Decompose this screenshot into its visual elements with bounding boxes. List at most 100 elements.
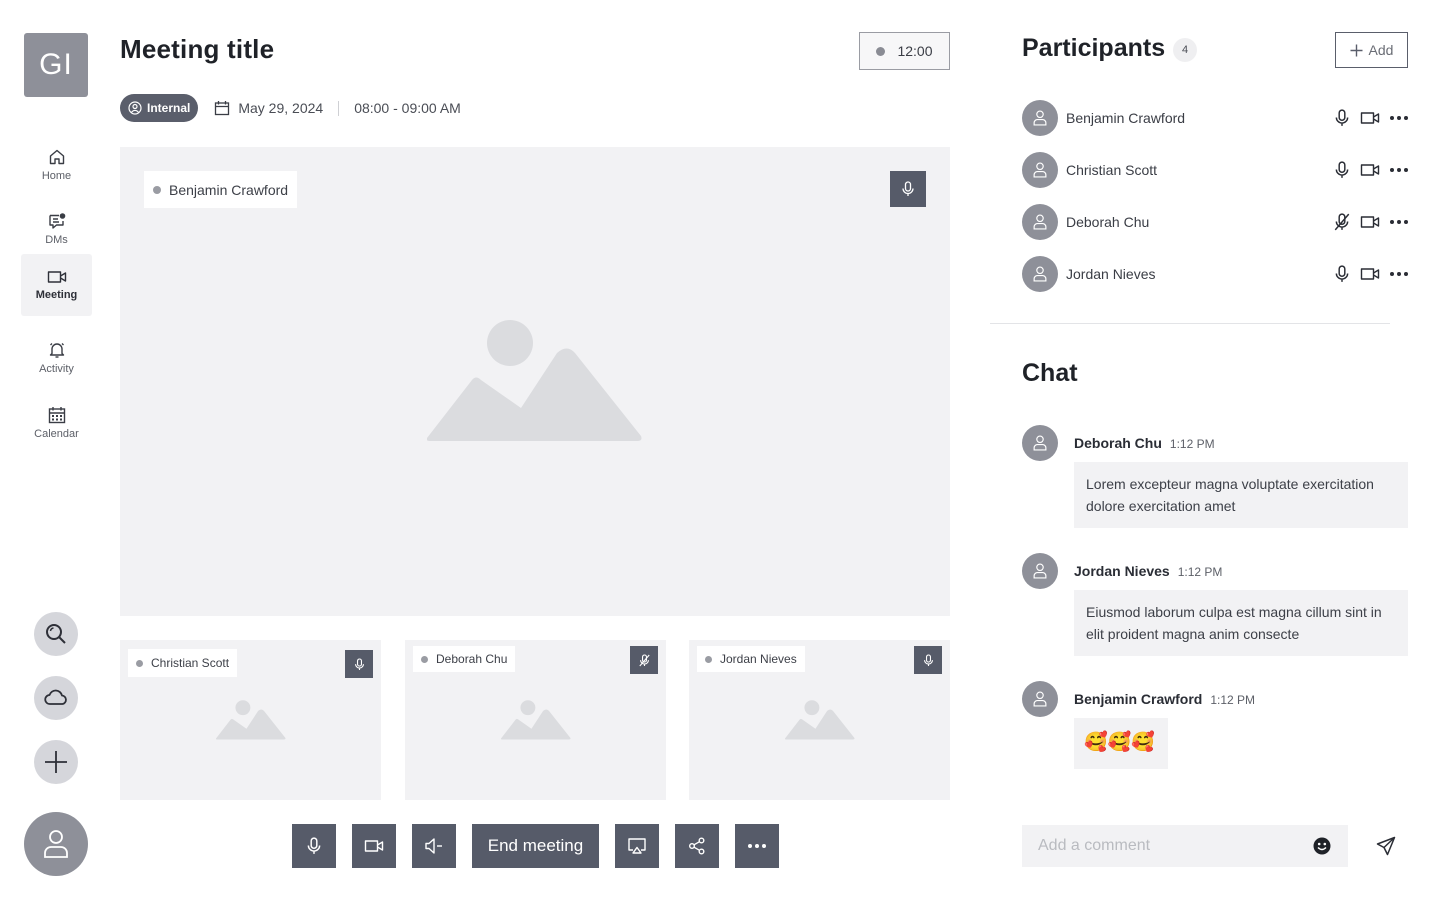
more-horizontal-icon[interactable]: [1390, 168, 1408, 172]
chat-message: Deborah Chu 1:12 PM Lorem excepteur magn…: [1022, 425, 1408, 530]
avatar: [1022, 100, 1058, 136]
chat-icon: [48, 212, 66, 230]
participant-mic-button[interactable]: [914, 646, 942, 674]
participant-tile[interactable]: Deborah Chu: [405, 640, 666, 800]
participant-row: Christian Scott: [1022, 152, 1408, 188]
chat-title: Chat: [1022, 359, 1078, 387]
video-icon[interactable]: [1360, 266, 1380, 282]
meeting-date: May 29, 2024: [238, 100, 324, 116]
speaker-mic-button[interactable]: [890, 171, 926, 207]
send-button[interactable]: [1372, 832, 1400, 860]
nav-item-activity[interactable]: Activity: [21, 327, 92, 389]
participant-name: Benjamin Crawford: [1066, 110, 1186, 126]
participant-mic-button[interactable]: [345, 650, 373, 678]
nav-label: Activity: [39, 363, 74, 375]
status-dot: [705, 655, 712, 663]
nav-item-dms[interactable]: DMs: [21, 198, 92, 260]
more-horizontal-icon[interactable]: [1390, 220, 1408, 224]
participant-row: Deborah Chu: [1022, 204, 1408, 240]
participant-row: Jordan Nieves: [1022, 256, 1408, 292]
comment-input[interactable]: [1022, 825, 1348, 867]
microphone-off-icon: [638, 653, 650, 667]
participant-name-tag: Christian Scott: [128, 649, 238, 677]
image-placeholder-icon: [501, 700, 571, 740]
participant-actions: [1334, 161, 1408, 179]
user-icon: [43, 829, 69, 859]
message-author: Benjamin Crawford: [1074, 691, 1203, 707]
status-dot: [153, 185, 161, 194]
participant-mic-button[interactable]: [630, 646, 658, 674]
search-button[interactable]: [34, 612, 78, 656]
screen-share-button[interactable]: [615, 824, 659, 868]
left-rail: GI Home DMs Meeting Activity Calendar: [0, 0, 112, 900]
message-time: 1:12 PM: [1169, 437, 1215, 451]
badge-label: Internal: [147, 101, 191, 115]
participants-count-badge: 4: [1173, 38, 1197, 62]
cloud-icon: [44, 689, 68, 707]
user-icon: [1033, 214, 1047, 230]
meeting-timer: 12:00: [859, 32, 950, 70]
visibility-badge: Internal: [120, 94, 199, 122]
more-horizontal-icon[interactable]: [1390, 272, 1408, 276]
avatar: [1022, 553, 1058, 589]
plus-icon: [44, 750, 68, 774]
more-horizontal-icon[interactable]: [1390, 116, 1408, 120]
nav-item-meeting[interactable]: Meeting: [21, 254, 92, 316]
share-link-button[interactable]: [675, 824, 719, 868]
plus-icon: [1350, 44, 1363, 57]
avatar: [1022, 681, 1058, 717]
cloud-button[interactable]: [34, 676, 78, 720]
meeting-controls: End meeting: [292, 824, 779, 868]
camera-toggle-button[interactable]: [352, 824, 396, 868]
video-icon[interactable]: [1360, 214, 1380, 230]
message-time: 1:12 PM: [1177, 565, 1223, 579]
microphone-icon: [901, 181, 915, 197]
user-icon: [1033, 435, 1047, 451]
user-icon: [1033, 691, 1047, 707]
microphone-icon[interactable]: [1334, 109, 1350, 127]
bell-icon: [48, 341, 66, 359]
microphone-icon[interactable]: [1334, 161, 1350, 179]
image-placeholder-icon: [216, 700, 286, 740]
microphone-off-icon[interactable]: [1334, 213, 1350, 231]
participant-tile[interactable]: Jordan Nieves: [689, 640, 950, 800]
microphone-icon[interactable]: [1334, 265, 1350, 283]
user-icon: [1033, 110, 1047, 126]
nav-item-calendar[interactable]: Calendar: [21, 392, 92, 454]
add-participant-button[interactable]: Add: [1335, 32, 1408, 68]
meeting-title: Meeting title: [120, 34, 275, 64]
participants-title: Participants: [1022, 34, 1166, 62]
participant-tile[interactable]: Christian Scott: [120, 640, 381, 800]
more-options-button[interactable]: [735, 824, 779, 868]
main-video-tile[interactable]: Benjamin Crawford: [120, 147, 950, 616]
nav-item-home[interactable]: Home: [21, 134, 92, 196]
speaker-toggle-button[interactable]: [412, 824, 456, 868]
emoji-picker-button[interactable]: [1313, 837, 1331, 855]
speaker-muted-icon: [424, 837, 444, 855]
microphone-icon: [923, 653, 934, 667]
participant-actions: [1334, 265, 1408, 283]
message-header: Jordan Nieves 1:12 PM: [1074, 563, 1222, 579]
add-button[interactable]: [34, 740, 78, 784]
mic-toggle-button[interactable]: [292, 824, 336, 868]
message-text: Eiusmod laborum culpa est magna cillum s…: [1074, 590, 1408, 656]
chat-message: Jordan Nieves 1:12 PM Eiusmod laborum cu…: [1022, 553, 1408, 658]
participant-name: Deborah Chu: [1066, 214, 1150, 230]
timer-value: 12:00: [897, 43, 933, 59]
screen-share-icon: [627, 837, 647, 855]
chat-message: Benjamin Crawford 1:12 PM 🥰🥰🥰: [1022, 681, 1408, 771]
video-icon[interactable]: [1360, 162, 1380, 178]
nav-label: Meeting: [35, 289, 78, 301]
more-horizontal-icon: [748, 844, 766, 848]
message-emoji: 🥰🥰🥰: [1074, 718, 1168, 769]
participant-name: Christian Scott: [1066, 162, 1158, 178]
app-logo: GI: [24, 33, 88, 97]
meta-divider: [338, 100, 340, 116]
profile-avatar[interactable]: [24, 812, 88, 876]
home-icon: [48, 148, 66, 166]
video-icon[interactable]: [1360, 110, 1380, 126]
participant-actions: [1334, 213, 1408, 231]
end-meeting-button[interactable]: End meeting: [472, 824, 599, 868]
avatar: [1022, 152, 1058, 188]
meeting-time-range: 08:00 - 09:00 AM: [354, 100, 461, 116]
